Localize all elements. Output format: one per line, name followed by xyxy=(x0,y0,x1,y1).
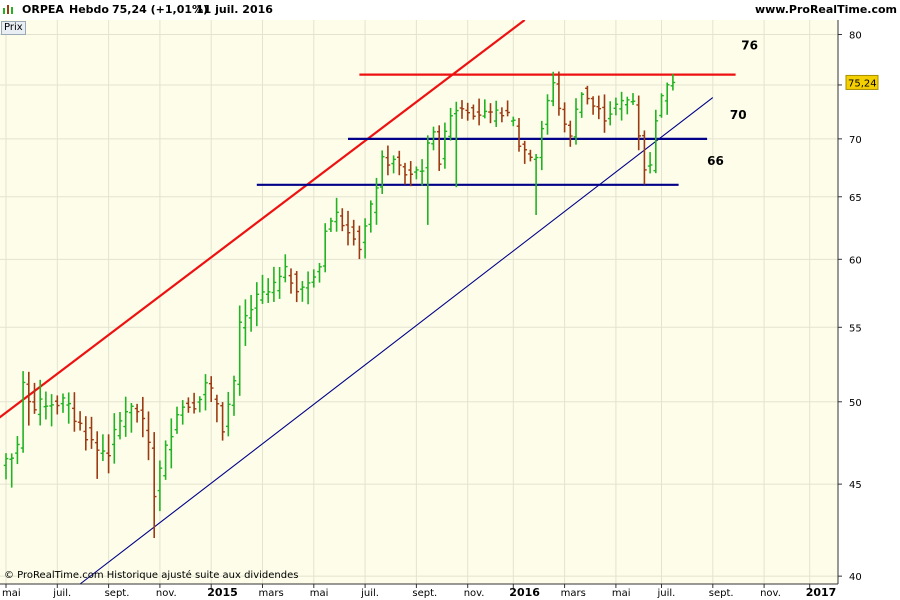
x-tick-label: sept. xyxy=(412,588,437,599)
x-tick-label: 2016 xyxy=(509,586,540,599)
footer-text: © ProRealTime.com Historique ajusté suit… xyxy=(4,569,298,581)
y-tick-label: 70 xyxy=(849,135,862,146)
x-tick-label: mai xyxy=(612,588,631,599)
quote-date: 11 juil. 2016 xyxy=(196,3,273,16)
y-tick-label: 80 xyxy=(849,31,862,42)
x-tick-label: mai xyxy=(2,588,21,599)
last-price-label: 75,24 xyxy=(848,78,877,89)
level-label-76: 76 xyxy=(741,38,758,52)
y-tick-label: 55 xyxy=(849,323,862,334)
x-tick-label: nov. xyxy=(464,588,485,599)
y-tick-label: 50 xyxy=(849,398,862,409)
x-tick-label: juil. xyxy=(360,588,379,599)
y-tick-label: 45 xyxy=(849,480,862,491)
level-label-70: 70 xyxy=(730,108,747,122)
panel-label: Prix xyxy=(1,21,26,35)
chart-header: ORPEA Hebdo 75,24 (+1,01%) 11 juil. 2016… xyxy=(0,0,900,20)
y-tick-label: 60 xyxy=(849,255,862,266)
price-change: 75,24 (+1,01%) xyxy=(112,3,209,16)
x-tick-label: sept. xyxy=(105,588,130,599)
x-tick-label: nov. xyxy=(760,588,781,599)
x-tick-label: juil. xyxy=(657,588,676,599)
x-tick-label: 2017 xyxy=(806,586,837,599)
site-url[interactable]: www.ProRealTime.com xyxy=(755,3,897,16)
price-chart[interactable]: 404550556065707580maijuil.sept.nov.2015m… xyxy=(0,0,900,600)
ticker: ORPEA xyxy=(22,3,64,16)
x-tick-label: juil. xyxy=(52,588,71,599)
y-axis-area xyxy=(838,20,900,584)
x-tick-label: 2015 xyxy=(207,586,238,599)
x-tick-label: mars xyxy=(259,588,284,599)
y-tick-label: 40 xyxy=(849,572,862,583)
x-tick-label: mai xyxy=(310,588,329,599)
level-label-66: 66 xyxy=(707,154,724,168)
period: Hebdo xyxy=(69,3,109,16)
y-tick-label: 65 xyxy=(849,193,862,204)
x-tick-label: nov. xyxy=(156,588,177,599)
chart-window: 404550556065707580maijuil.sept.nov.2015m… xyxy=(0,0,900,600)
x-tick-label: sept. xyxy=(709,588,734,599)
prorealtime-logo-icon xyxy=(3,5,13,14)
x-tick-label: mars xyxy=(561,588,586,599)
